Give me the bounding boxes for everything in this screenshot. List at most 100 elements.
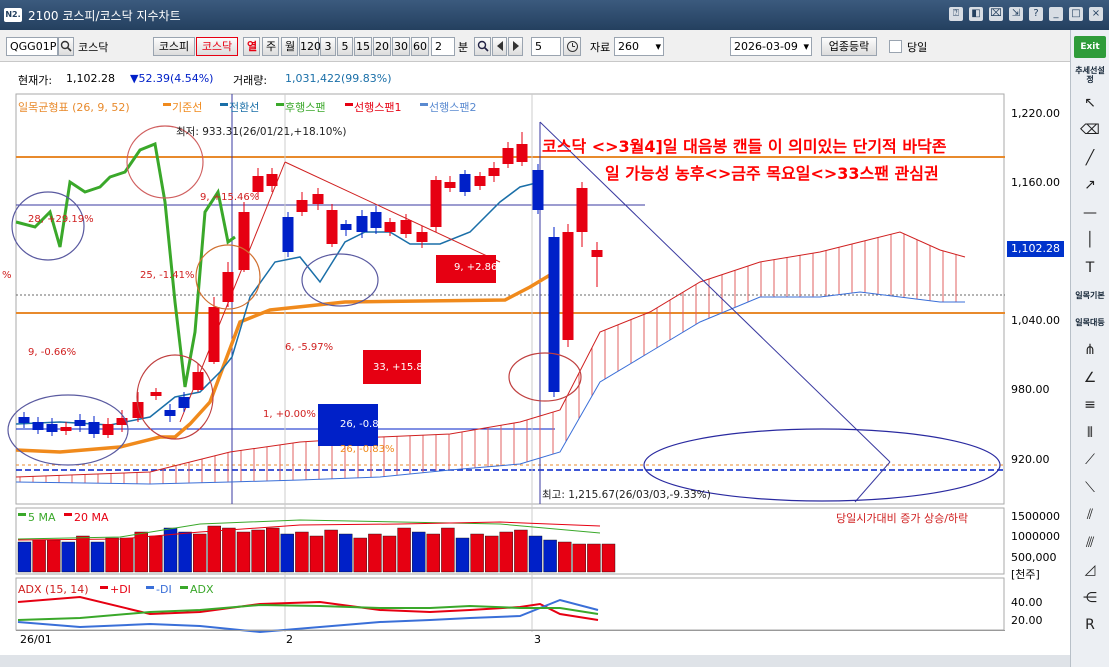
ichimoku-basic-button[interactable]: 일목기본 bbox=[1074, 282, 1106, 308]
trend-settings-button[interactable]: 추세선설정 bbox=[1074, 62, 1106, 88]
exit-button[interactable]: Exit bbox=[1074, 36, 1106, 58]
volume-bar bbox=[382, 535, 397, 573]
candle-body bbox=[60, 427, 72, 431]
candle-body bbox=[296, 200, 308, 212]
window-controls: ⍰ ◧ ⌧ ⇲ ? _ □ × bbox=[949, 7, 1103, 21]
period-day-button[interactable]: 열 bbox=[243, 37, 260, 56]
prev-icon[interactable] bbox=[492, 37, 507, 56]
candle-body bbox=[444, 182, 456, 188]
angle-icon[interactable]: ∠ bbox=[1074, 365, 1106, 391]
volume-bar bbox=[266, 527, 280, 573]
candle-body bbox=[502, 148, 514, 164]
zoom-icon[interactable] bbox=[474, 37, 491, 56]
gann-icon[interactable]: ⟍ bbox=[1074, 475, 1106, 501]
period-30-button[interactable]: 30 bbox=[392, 37, 410, 56]
period-label-25: 25, -1.41% bbox=[140, 270, 194, 281]
horizontal-line-icon[interactable]: — bbox=[1074, 200, 1106, 226]
code-input[interactable]: QGG01P bbox=[6, 37, 58, 56]
candle-body bbox=[384, 222, 396, 232]
period-120-button[interactable]: 120 bbox=[299, 37, 321, 56]
arrow-line-icon[interactable]: ↗ bbox=[1074, 172, 1106, 198]
volume-bar bbox=[90, 541, 105, 573]
period-5-button[interactable]: 5 bbox=[337, 37, 353, 56]
period-week-button[interactable]: 주 bbox=[262, 37, 279, 56]
pin-icon[interactable]: ⌧ bbox=[989, 7, 1003, 21]
parallel-icon[interactable]: ⫻ bbox=[1074, 530, 1106, 556]
cycle-lines-icon[interactable]: ⦀ bbox=[1074, 420, 1106, 446]
search-icon[interactable] bbox=[58, 37, 74, 56]
text-icon[interactable]: T bbox=[1074, 255, 1106, 281]
volume-label-1000000: 1000000 bbox=[1011, 530, 1060, 543]
today-checkbox[interactable] bbox=[889, 40, 902, 53]
question-icon[interactable]: ? bbox=[1029, 7, 1043, 21]
gann-fan-icon[interactable]: ⟋ bbox=[1074, 447, 1106, 473]
pointer-icon[interactable]: ↖ bbox=[1074, 90, 1106, 116]
sector-rise-fall-button[interactable]: 업종등락 bbox=[821, 37, 877, 56]
legend-conversion: 전환선 bbox=[229, 101, 259, 114]
triangle-icon[interactable]: ◿ bbox=[1074, 557, 1106, 583]
kospi-button[interactable]: 코스피 bbox=[153, 37, 195, 56]
legend-swatch-conversion bbox=[220, 103, 228, 106]
volume-bar bbox=[587, 543, 601, 573]
adx-pdi-label: +DI bbox=[110, 583, 131, 596]
interval-input[interactable]: 2 bbox=[431, 37, 455, 56]
current-price-tag: 1,102.28 bbox=[1007, 241, 1064, 257]
candle-body bbox=[562, 232, 574, 340]
retrace-icon[interactable]: R bbox=[1074, 612, 1106, 638]
date-axis: 26/01 2 3 bbox=[16, 630, 1005, 648]
candle-body bbox=[516, 144, 528, 162]
volume-bar bbox=[105, 537, 119, 573]
candle-body bbox=[576, 188, 588, 232]
volume-bar bbox=[514, 529, 528, 573]
period-label-33: 33, +15.87% bbox=[373, 362, 439, 373]
speed-line-icon[interactable]: ⫽ bbox=[1074, 502, 1106, 528]
period-60-button[interactable]: 60 bbox=[411, 37, 429, 56]
next-icon[interactable] bbox=[508, 37, 523, 56]
volume-bar bbox=[455, 537, 470, 573]
period-label-9b: 9, +2.86% bbox=[454, 262, 507, 273]
period-3-button[interactable]: 3 bbox=[320, 37, 336, 56]
split-icon[interactable]: ◧ bbox=[969, 7, 983, 21]
volume-label-500000: 500,000 bbox=[1011, 551, 1057, 564]
candle-body bbox=[459, 174, 471, 192]
line-icon[interactable]: ╱ bbox=[1074, 145, 1106, 171]
vertical-line-icon[interactable]: │ bbox=[1074, 227, 1106, 253]
minimize-icon[interactable]: _ bbox=[1049, 7, 1063, 21]
restore-icon[interactable]: ⇲ bbox=[1009, 7, 1023, 21]
volume-bar bbox=[499, 531, 513, 573]
volume-bar bbox=[572, 543, 586, 573]
price-axis: 1,220.00 1,160.00 1,040.00 980.00 920.00… bbox=[1005, 92, 1070, 648]
help-icon[interactable]: ⍰ bbox=[949, 7, 963, 21]
candle-body bbox=[474, 176, 486, 186]
price-label-920: 920.00 bbox=[1011, 453, 1050, 466]
close-icon[interactable]: × bbox=[1089, 7, 1103, 21]
fan-icon[interactable]: ⋔ bbox=[1074, 337, 1106, 363]
volume-bar bbox=[324, 529, 338, 573]
candle-body bbox=[18, 417, 30, 423]
maximize-icon[interactable]: □ bbox=[1069, 7, 1083, 21]
period-20-button[interactable]: 20 bbox=[373, 37, 391, 56]
data-count-select[interactable]: 260 ▾ bbox=[614, 37, 664, 56]
candle-body bbox=[88, 422, 100, 434]
pitchfork-icon[interactable]: ⋲ bbox=[1074, 585, 1106, 611]
volume-bar bbox=[309, 535, 324, 573]
candle-body bbox=[74, 420, 86, 426]
candle-body bbox=[46, 424, 58, 432]
legend-swatch-ma5 bbox=[18, 513, 26, 516]
legend-swatch-base bbox=[163, 103, 171, 106]
period-15-button[interactable]: 15 bbox=[354, 37, 372, 56]
date-select[interactable]: 2026-03-09 ▾ bbox=[730, 37, 812, 56]
eraser-icon[interactable]: ⌫ bbox=[1074, 117, 1106, 143]
kosdaq-button[interactable]: 코스닥 bbox=[196, 37, 238, 56]
clock-icon[interactable] bbox=[563, 37, 581, 56]
fibonacci-icon[interactable]: ≡ bbox=[1074, 392, 1106, 418]
candle-body bbox=[532, 170, 544, 210]
candle-body bbox=[430, 180, 442, 227]
title-bar: N2. 2100 코스피/코스닥 지수차트 ⍰ ◧ ⌧ ⇲ ? _ □ × bbox=[0, 0, 1109, 30]
volume-bar bbox=[295, 531, 309, 573]
ichimoku-wave-button[interactable]: 일목대등 bbox=[1074, 310, 1106, 336]
volume-bar bbox=[339, 533, 353, 573]
legend-swatch-lead2 bbox=[420, 103, 428, 106]
count-input[interactable]: 5 bbox=[531, 37, 561, 56]
period-month-button[interactable]: 월 bbox=[281, 37, 298, 56]
